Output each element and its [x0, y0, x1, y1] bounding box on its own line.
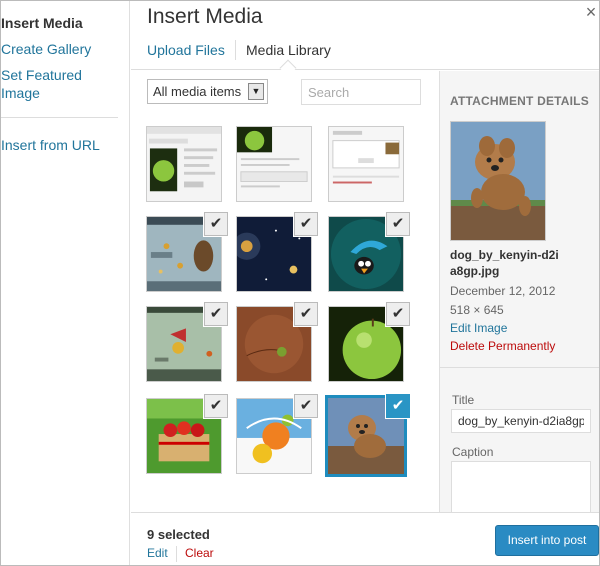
check-icon[interactable]: ✔	[386, 302, 410, 326]
check-icon[interactable]: ✔	[294, 394, 318, 418]
check-icon[interactable]: ✔	[204, 302, 228, 326]
attachment-screenshot-edit-media[interactable]	[146, 126, 222, 202]
menu-item-insert-media[interactable]: Insert Media	[1, 14, 83, 32]
footer-link-separator	[176, 546, 177, 562]
check-icon[interactable]: ✔	[386, 394, 410, 418]
menu-separator	[0, 117, 118, 118]
dog-preview-image	[451, 122, 545, 240]
check-icon[interactable]: ✔	[204, 394, 228, 418]
menu-item-set-featured-image[interactable]: Set Featured Image	[1, 66, 111, 102]
edit-selection-link[interactable]: Edit	[147, 546, 168, 560]
close-icon[interactable]: ×	[584, 3, 598, 21]
details-divider	[440, 367, 600, 368]
tab-divider	[235, 40, 236, 60]
title-label: Title	[452, 393, 475, 407]
media-toolbar-footer: 9 selected Edit Clear Insert into post	[131, 512, 600, 566]
check-icon[interactable]: ✔	[294, 212, 318, 236]
filter-selected-value: All media items	[153, 84, 242, 99]
check-icon[interactable]: ✔	[386, 212, 410, 236]
attachment-filename: dog_by_kenyin-d2ia8gp.jpg	[450, 248, 559, 278]
menu-item-create-gallery[interactable]: Create Gallery	[1, 40, 91, 58]
screenshot-edit-media-image	[147, 127, 221, 201]
title-field[interactable]	[451, 409, 591, 433]
attachment-details-sidebar: Attachment Details dog_by_kenyin-d2ia8gp…	[439, 71, 600, 512]
attachment-date: December 12, 2012	[450, 284, 556, 298]
menu-item-insert-from-url[interactable]: Insert from URL	[1, 136, 100, 154]
caption-label: Caption	[452, 445, 494, 459]
attachment-preview	[450, 121, 546, 241]
active-tab-indicator	[279, 59, 297, 77]
edit-image-link[interactable]: Edit Image	[450, 321, 507, 335]
check-icon[interactable]: ✔	[294, 302, 318, 326]
attachment-details-heading: Attachment Details	[450, 94, 589, 108]
media-filter-select[interactable]: All media items ▼	[147, 79, 268, 104]
attachment-screenshot-apple-post[interactable]	[236, 126, 312, 202]
screenshot-apple-post-image	[237, 127, 311, 201]
caption-field[interactable]	[451, 461, 591, 512]
tab-media-library[interactable]: Media Library	[246, 42, 331, 58]
clear-selection-link[interactable]: Clear	[185, 546, 214, 560]
search-input[interactable]	[301, 79, 421, 105]
router-tabs: Upload Files Media Library	[131, 32, 600, 77]
selection-count: 9 selected	[147, 527, 210, 542]
tab-upload-files[interactable]: Upload Files	[147, 42, 225, 58]
check-icon[interactable]: ✔	[204, 212, 228, 236]
frame-title: Insert Media	[147, 5, 263, 28]
dropdown-arrow-icon[interactable]: ▼	[248, 83, 264, 100]
attachment-screenshot-add-new-media[interactable]	[328, 126, 404, 202]
media-menu: Insert Media Create Gallery Set Featured…	[0, 0, 130, 566]
screenshot-add-new-media-image	[329, 127, 403, 201]
delete-permanently-link[interactable]: Delete Permanently	[450, 339, 555, 353]
insert-into-post-button[interactable]: Insert into post	[495, 525, 599, 556]
attachment-dimensions: 518 × 645	[450, 303, 504, 317]
